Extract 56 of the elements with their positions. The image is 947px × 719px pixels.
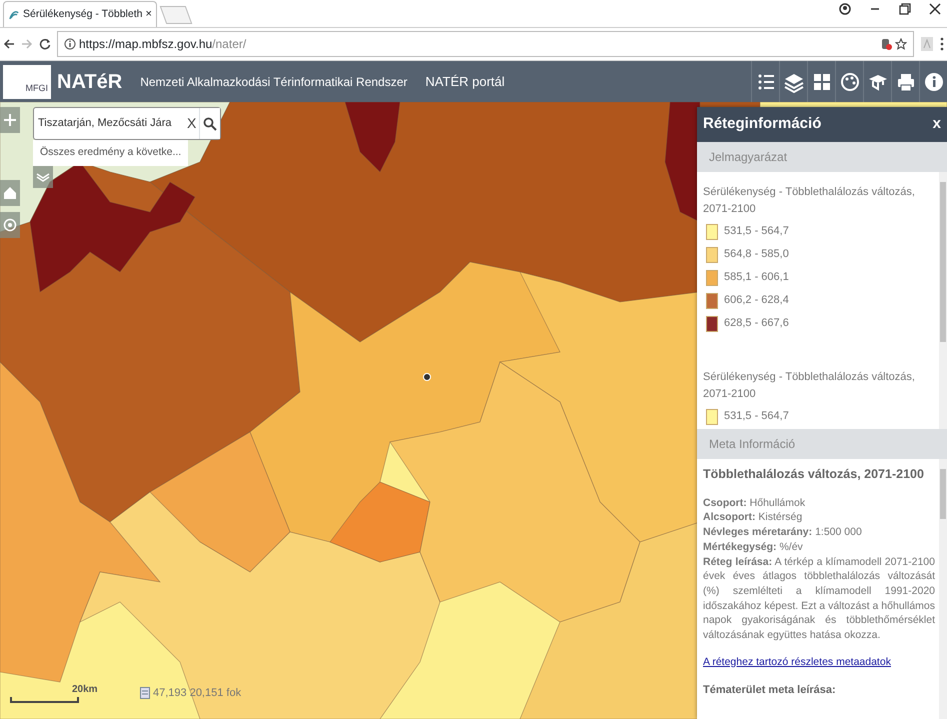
info-icon[interactable] — [922, 70, 944, 92]
star-icon[interactable] — [895, 38, 907, 50]
scale-label: 20km — [72, 683, 98, 697]
legend-label: 585,1 - 606,1 — [724, 270, 789, 286]
address-field[interactable]: https://map.mbfsz.gov.hu/nater/ — [57, 31, 914, 57]
plus-icon — [3, 113, 17, 127]
panel-title: Réteginformáció — [703, 114, 822, 134]
close-button[interactable]: x — [932, 113, 941, 136]
scrollbar[interactable] — [939, 172, 947, 429]
legend-label: 628,5 - 667,6 — [724, 316, 789, 332]
locate-button[interactable] — [0, 212, 20, 238]
url-text: https://map.mbfsz.gov.hu/nater/ — [79, 36, 248, 53]
legend-label: 606,2 - 628,4 — [724, 293, 789, 308]
nav-link[interactable]: NATÉR portál — [425, 72, 505, 92]
legend-label: 531,5 - 564,7 — [724, 224, 789, 240]
coordinate-icon — [140, 687, 150, 700]
menu-icon[interactable] — [940, 37, 944, 51]
legend-label: 531,5 - 564,7 — [724, 409, 789, 424]
clear-search-button[interactable]: X — [184, 113, 200, 134]
logo[interactable]: MFGI — [3, 64, 51, 98]
restore-icon[interactable] — [899, 3, 911, 15]
nav-link[interactable]: Nemzeti Alkalmazkodási Térinformatikai Rendszer — [140, 72, 408, 90]
tab-title: Sérülékenység - Többleth — [23, 6, 142, 22]
app-title: NATéR — [57, 70, 122, 94]
close-icon[interactable] — [929, 3, 941, 15]
home-icon — [3, 186, 17, 200]
meta-field: Mértékegység: %/év — [703, 540, 935, 554]
reload-icon[interactable] — [39, 38, 51, 50]
search-result-item[interactable]: Összes eredmény a követke... — [33, 140, 188, 166]
palette-icon[interactable] — [838, 70, 860, 92]
crosshair-icon — [3, 218, 17, 232]
site-icon — [8, 8, 20, 20]
search-button[interactable] — [199, 108, 220, 139]
section-heading: Tématerület meta leírása: — [703, 683, 837, 698]
search-box[interactable]: Tiszatarján, Mezőcsáti Jára X — [33, 107, 222, 140]
info-icon — [64, 38, 76, 50]
zoom-in-button[interactable] — [0, 107, 20, 133]
close-tab-button[interactable]: × — [145, 6, 152, 23]
browser-tab[interactable]: Sérülékenység - Többleth × — [3, 1, 157, 27]
description-text: Réteg leírása: A térkép a klímamodell 2071-2100 évek éves átlagos többlethalálozás változását (%) szemlélteti a klímamodell 1991-2020 időszakához képest. Ezt a változást a hőhullámos napok gyakoriságának és többlethőmérséklet változásának együttes hatása okozza. — [703, 554, 935, 643]
metadata-link[interactable]: A réteghez tartozó részletes metaadatok — [703, 654, 891, 670]
scale-bar — [10, 697, 80, 703]
meta-field: Alcsoport: Kistérség — [703, 510, 935, 526]
back-arrow-icon[interactable] — [3, 38, 15, 50]
meta-field: Csoport: Hőhullámok — [703, 496, 935, 510]
meta-field: Névleges méretarány: 1:500 000 — [703, 525, 935, 540]
legend-title: Sérülékenység - Többlethalálozás változás, 2071-2100 — [703, 185, 916, 216]
search-icon — [203, 116, 218, 130]
search-field[interactable]: Tiszatarján, Mezőcsáti Jára — [34, 115, 184, 132]
legend-title: Sérülékenység - Többlethalálozás változás, 2071-2100 — [703, 370, 916, 402]
profile-icon[interactable] — [839, 3, 851, 15]
coordinates-text: 47,193 20,151 fok — [153, 686, 242, 701]
home-button[interactable] — [0, 180, 20, 206]
scrollbar[interactable] — [939, 459, 947, 719]
meta-title: Többlethalálozás változás, 2071-2100 — [703, 466, 925, 483]
legend-label: 564,8 - 585,0 — [724, 247, 789, 262]
